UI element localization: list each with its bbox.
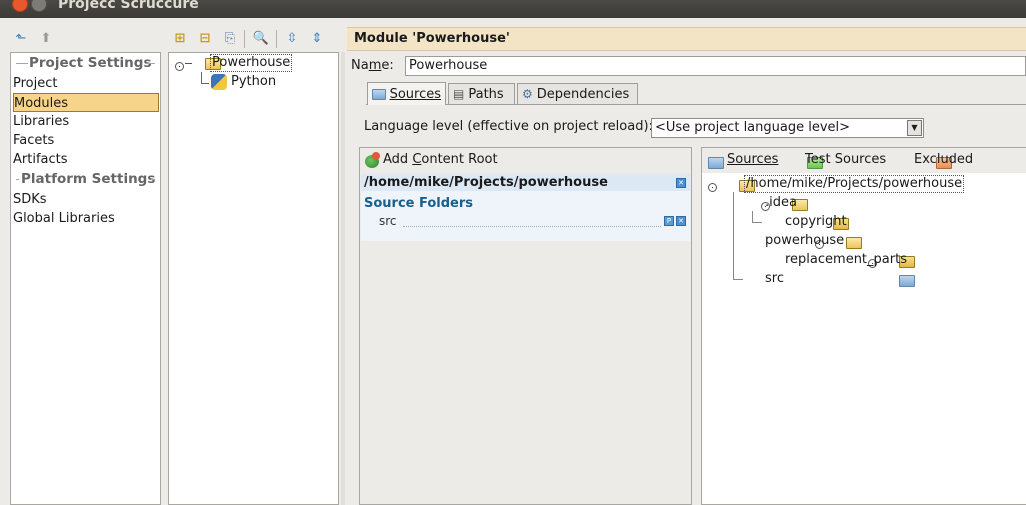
remove-root-icon[interactable]: ✕: [676, 178, 686, 188]
tab-paths[interactable]: ▤ Paths: [448, 83, 515, 104]
content-root-path: /home/mike/Projects/powerhouse: [364, 175, 608, 190]
dependencies-icon: ⚙: [522, 87, 533, 101]
nav-item-project[interactable]: Project: [13, 74, 159, 93]
add-content-root-button[interactable]: Add Content Root: [383, 152, 498, 167]
content-roots-panel: Add Content Root /home/mike/Projects/pow…: [359, 147, 692, 505]
toolbar-divider: [276, 30, 277, 48]
mark-as-toolbar: Sources Test Sources Excluded: [702, 148, 1026, 173]
nav-item-artifacts[interactable]: Artifacts: [13, 150, 159, 169]
remove-source-folder-icon[interactable]: ✕: [676, 216, 686, 226]
source-folders-title: Source Folders: [364, 196, 474, 211]
mark-sources-button[interactable]: Sources: [727, 152, 778, 167]
source-folder-icon: [899, 274, 916, 287]
tree-item-src[interactable]: src: [765, 270, 784, 288]
folder-icon: [845, 236, 862, 249]
splitter-handle[interactable]: [341, 52, 345, 505]
sources-folder-icon: [708, 156, 724, 169]
search-icon[interactable]: 🔍: [252, 29, 270, 47]
nav-item-global-libraries[interactable]: Global Libraries: [13, 209, 159, 228]
nav-item-facets[interactable]: Facets: [13, 131, 159, 150]
close-window-button[interactable]: [12, 0, 28, 12]
tab-paths-label: Paths: [468, 86, 504, 102]
folder-properties-icon[interactable]: P: [664, 216, 674, 226]
language-level-label: Language level (effective on project rel…: [364, 119, 653, 134]
module-tree-panel: Powerhouse Python: [168, 52, 339, 505]
chevron-down-icon[interactable]: ▼: [907, 120, 922, 136]
tree-item-idea[interactable]: .idea: [765, 194, 797, 212]
module-name-input[interactable]: Powerhouse: [405, 56, 1026, 76]
title-bar: Projecc Scruccure: [0, 0, 1026, 18]
back-arrow-icon[interactable]: ⬑: [12, 29, 30, 47]
tab-sources[interactable]: Sources: [367, 82, 446, 105]
collapse-all-icon[interactable]: ⇕: [308, 29, 326, 47]
tab-dependencies[interactable]: ⚙ Dependencies: [517, 83, 638, 104]
name-label: Name:: [351, 58, 394, 73]
source-folder-item: src: [379, 214, 397, 228]
add-content-root-icon: [365, 152, 383, 169]
mark-excluded-button[interactable]: Excluded: [914, 152, 973, 167]
add-icon[interactable]: ⊞: [171, 29, 189, 47]
window-title: Projecc Scruccure: [58, 0, 199, 12]
settings-nav-panel: Project Settings Project Modules Librari…: [10, 52, 161, 505]
expand-all-icon[interactable]: ⇳: [283, 29, 301, 47]
language-level-select[interactable]: <Use project language level> ▼: [651, 118, 924, 138]
file-tree-panel: Sources Test Sources Excluded /home/mike…: [701, 147, 1026, 505]
mark-test-sources-button[interactable]: Test Sources: [805, 152, 886, 167]
content-root-card: /home/mike/Projects/powerhouse ✕ Source …: [361, 174, 690, 241]
language-level-value: <Use project language level>: [655, 120, 851, 135]
tree-item-python[interactable]: Python: [231, 73, 276, 91]
nav-item-modules[interactable]: Modules: [13, 93, 159, 112]
forward-arrow-icon[interactable]: ⬆: [37, 29, 55, 47]
tree-item-replacement-parts[interactable]: replacement_parts: [785, 251, 907, 269]
module-title: Module 'Powerhouse': [354, 31, 510, 46]
sources-tab-content: Language level (effective on project rel…: [352, 105, 1026, 505]
tree-toggle-icon[interactable]: [175, 62, 184, 71]
python-icon: [211, 74, 227, 90]
minimize-window-button[interactable]: [31, 0, 47, 12]
folder-icon: [372, 88, 386, 100]
tab-dependencies-label: Dependencies: [536, 86, 630, 102]
nav-item-libraries[interactable]: Libraries: [13, 112, 159, 131]
nav-item-sdks[interactable]: SDKs: [13, 190, 159, 209]
copy-icon[interactable]: ⎘: [221, 29, 239, 47]
project-settings-heading: Project Settings: [29, 55, 152, 71]
tree-item-powerhouse[interactable]: powerhouse: [765, 232, 844, 250]
paths-icon: ▤: [453, 87, 465, 101]
tree-item-copyright[interactable]: copyright: [785, 213, 847, 231]
platform-settings-heading: Platform Settings: [21, 171, 156, 187]
tab-sources-label: Sources: [389, 86, 441, 102]
remove-icon[interactable]: ⊟: [196, 29, 214, 47]
tree-toggle-icon[interactable]: [708, 183, 717, 192]
tree-item-powerhouse[interactable]: Powerhouse: [210, 54, 293, 72]
module-header: Module 'Powerhouse': [347, 27, 1026, 51]
toolbar-divider: [244, 30, 245, 48]
tree-root-path[interactable]: /home/mike/Projects/powerhouse: [744, 175, 965, 193]
